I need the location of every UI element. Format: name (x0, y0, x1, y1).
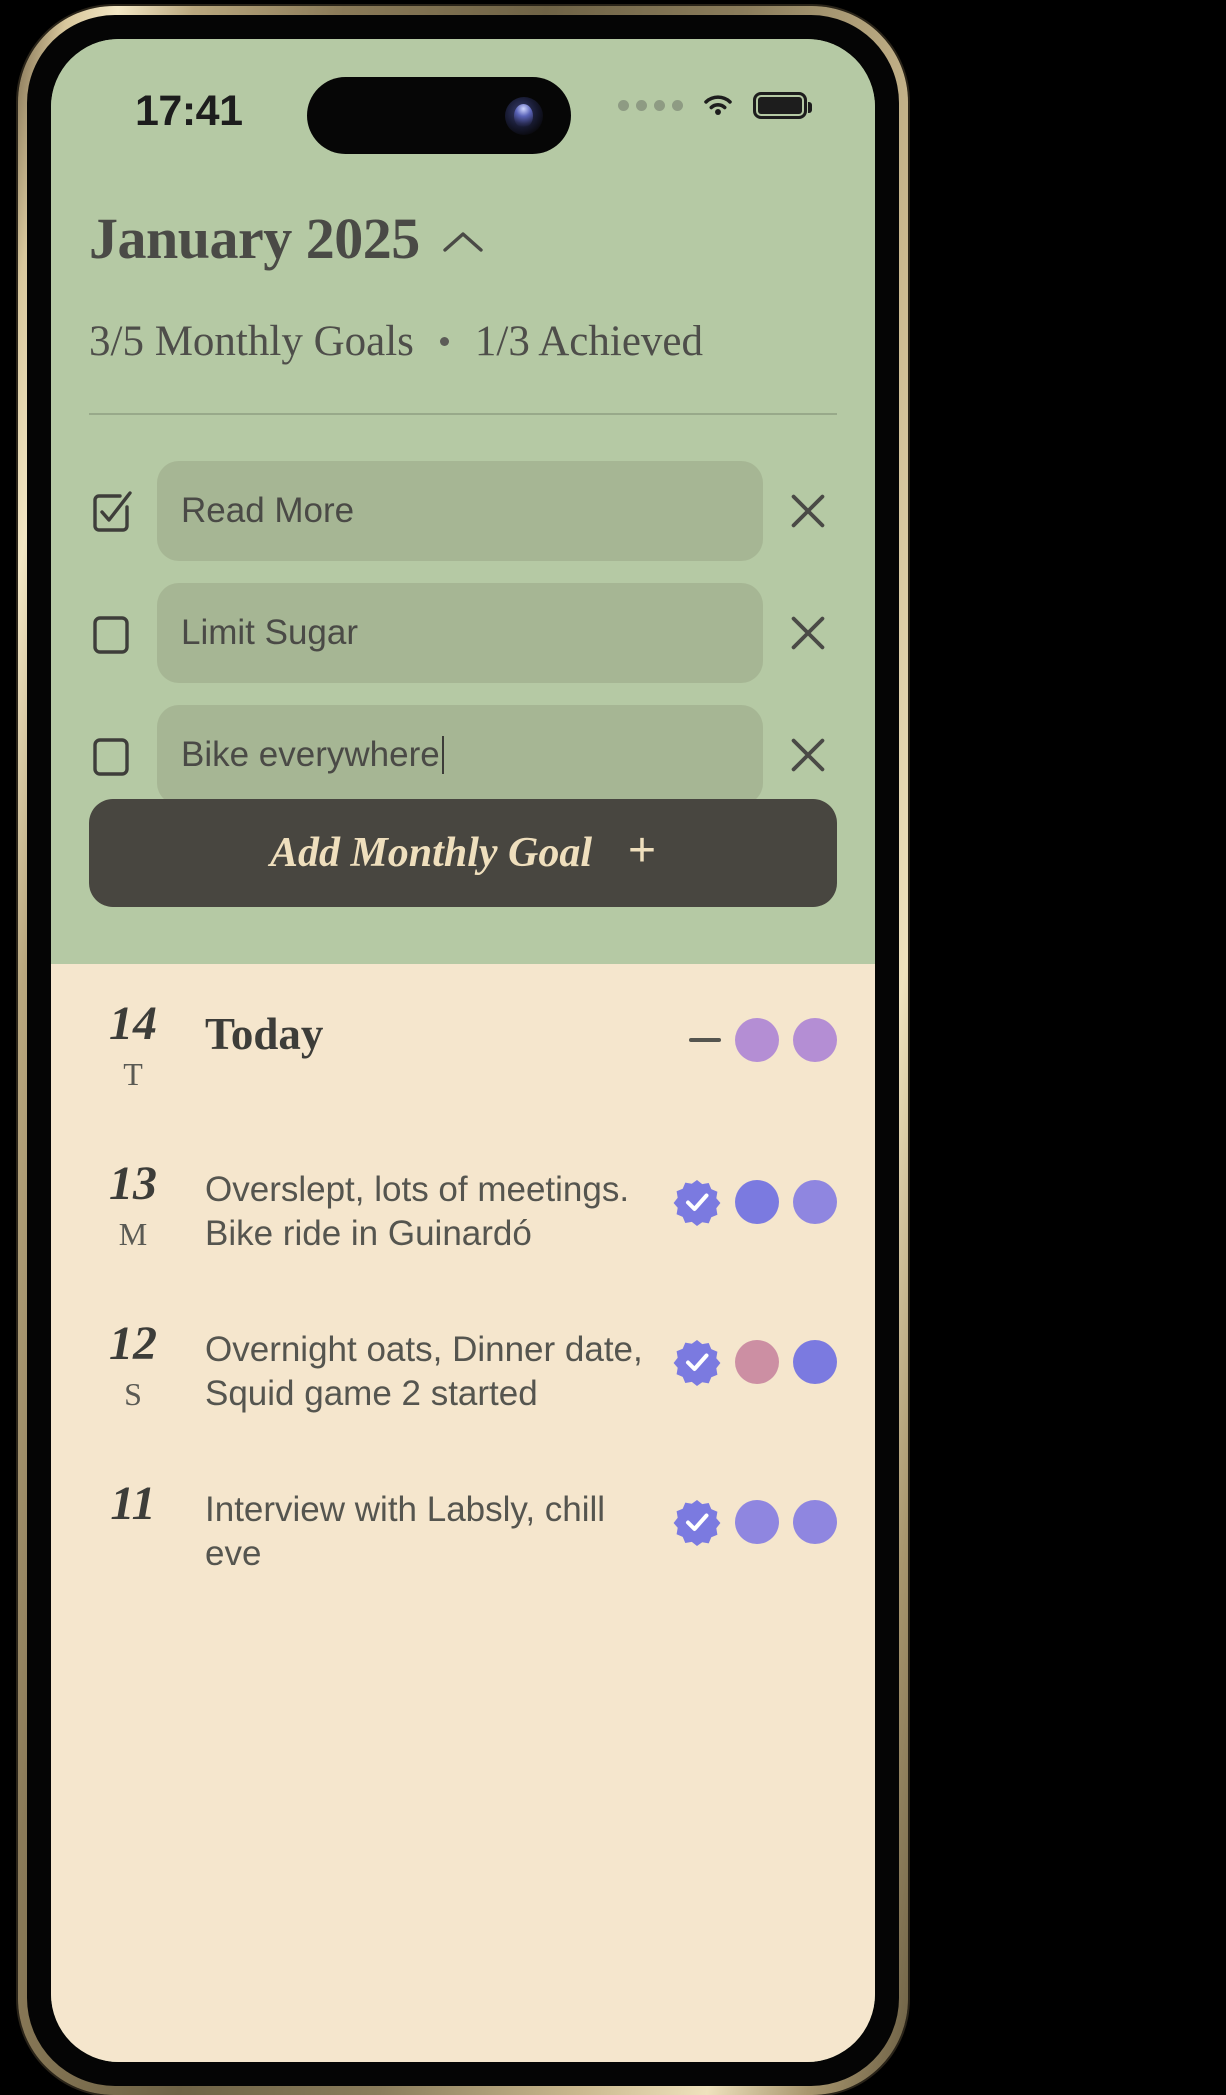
verified-badge-icon[interactable] (673, 1178, 721, 1226)
status-bar: 17:41 (51, 39, 875, 169)
entry-markers (689, 1000, 837, 1062)
mood-dot[interactable] (793, 1340, 837, 1384)
entry-body[interactable]: Overslept, lots of meetings. Bike ride i… (177, 1160, 673, 1256)
entry-markers (673, 1480, 837, 1546)
mood-dot[interactable] (793, 1180, 837, 1224)
entry-text: Overnight oats, Dinner date, Squid game … (205, 1330, 643, 1413)
summary-separator-dot (439, 337, 449, 346)
entry-body[interactable]: Overnight oats, Dinner date, Squid game … (177, 1320, 673, 1416)
entry-text: Interview with Labsly, chill eve (205, 1490, 606, 1573)
entry-date: 13 M (89, 1157, 177, 1252)
goal-delete-button[interactable] (779, 731, 837, 779)
goal-label: Limit Sugar (181, 613, 359, 652)
wifi-icon (704, 95, 732, 115)
front-camera-icon (505, 96, 543, 135)
goal-delete-button[interactable] (779, 487, 837, 535)
entry-markers (673, 1320, 837, 1386)
status-time: 17:41 (135, 87, 243, 135)
goal-checkbox-unchecked[interactable] (89, 610, 135, 656)
entry-title: Today (205, 1009, 324, 1059)
goals-summary: 3/5 Monthly Goals 1/3 Achieved (89, 317, 703, 366)
entry-body[interactable]: Today (177, 1000, 689, 1060)
goal-checkbox-unchecked[interactable] (89, 732, 135, 778)
goal-row: Limit Sugar (51, 583, 875, 683)
list-item[interactable]: 13 M Overslept, lots of meetings. Bike r… (89, 1124, 837, 1284)
goal-checkbox-checked[interactable] (89, 488, 135, 534)
goals-count: 3/5 Monthly Goals (89, 318, 414, 365)
add-monthly-goal-button[interactable]: Add Monthly Goal + (89, 799, 837, 907)
goal-list: Read More Limit Sugar Bike everywhere (51, 461, 875, 827)
mood-dot[interactable] (735, 1340, 779, 1384)
goal-row: Read More (51, 461, 875, 561)
status-indicators (618, 91, 812, 119)
close-icon (791, 616, 825, 650)
text-caret (441, 736, 444, 774)
phone-frame: 17:41 January 2025 3/5 Monthly Goals 1/3… (18, 6, 908, 2095)
signal-dots-icon (618, 99, 683, 111)
entry-day-number: 12 (109, 1317, 157, 1370)
entry-weekday: T (123, 1056, 143, 1092)
battery-full-icon (753, 91, 812, 119)
entry-day-number: 13 (109, 1157, 157, 1210)
entry-weekday: S (124, 1376, 142, 1412)
entry-date: 11 (89, 1480, 177, 1538)
divider (89, 413, 837, 415)
journal-list[interactable]: 14 T Today 13 M Overslept, lots of meeti… (51, 964, 875, 2062)
goal-row: Bike everywhere (51, 705, 875, 805)
goal-label: Bike everywhere (181, 735, 440, 774)
goal-input-active[interactable]: Bike everywhere (157, 705, 763, 805)
entry-body[interactable]: Interview with Labsly, chill eve (177, 1480, 673, 1576)
phone-screen: 17:41 January 2025 3/5 Monthly Goals 1/3… (51, 39, 875, 2062)
dash-icon (689, 1038, 721, 1042)
mood-dot[interactable] (735, 1500, 779, 1544)
goals-achieved: 1/3 Achieved (474, 318, 703, 365)
month-header[interactable]: January 2025 (89, 205, 486, 272)
list-item[interactable]: 11 Interview with Labsly, chill eve (89, 1444, 837, 1604)
close-icon (791, 738, 825, 772)
entry-date: 12 S (89, 1317, 177, 1412)
chevron-up-icon[interactable] (440, 227, 486, 257)
add-goal-label: Add Monthly Goal (269, 830, 593, 876)
plus-icon: + (628, 824, 657, 877)
goal-label: Read More (181, 491, 355, 530)
page-title: January 2025 (89, 206, 420, 271)
mood-dot[interactable] (793, 1500, 837, 1544)
mood-dot[interactable] (735, 1180, 779, 1224)
close-icon (791, 494, 825, 528)
verified-badge-icon[interactable] (673, 1498, 721, 1546)
entry-markers (673, 1160, 837, 1226)
goal-input[interactable]: Read More (157, 461, 763, 561)
entry-day-number: 14 (109, 997, 157, 1050)
dynamic-island (307, 77, 571, 154)
list-item[interactable]: 12 S Overnight oats, Dinner date, Squid … (89, 1284, 837, 1444)
entry-day-number: 11 (110, 1477, 156, 1530)
mood-dot[interactable] (735, 1018, 779, 1062)
entry-weekday: M (118, 1216, 148, 1252)
goal-delete-button[interactable] (779, 609, 837, 657)
entry-text: Overslept, lots of meetings. Bike ride i… (205, 1170, 630, 1253)
list-item[interactable]: 14 T Today (89, 964, 837, 1124)
goal-input[interactable]: Limit Sugar (157, 583, 763, 683)
verified-badge-icon[interactable] (673, 1338, 721, 1386)
entry-date: 14 T (89, 997, 177, 1092)
phone-bezel: 17:41 January 2025 3/5 Monthly Goals 1/3… (27, 15, 899, 2086)
mood-dot[interactable] (793, 1018, 837, 1062)
monthly-goals-panel: January 2025 3/5 Monthly Goals 1/3 Achie… (51, 39, 875, 964)
